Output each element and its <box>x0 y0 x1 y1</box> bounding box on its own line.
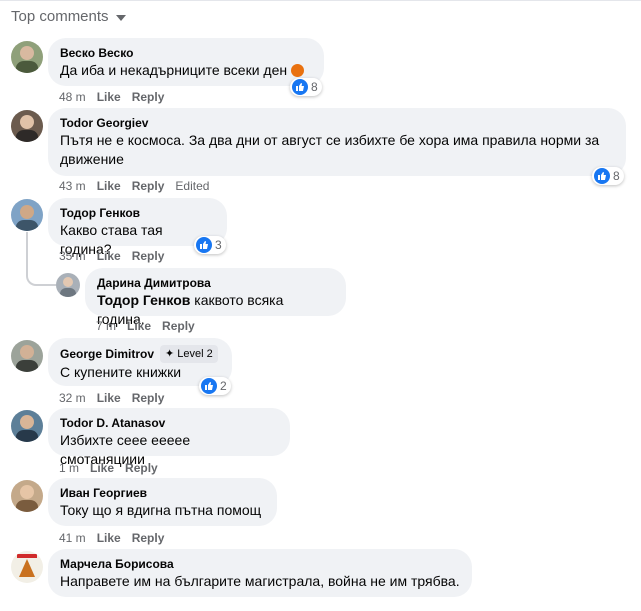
like-button[interactable]: Like <box>97 249 121 263</box>
comment-time[interactable]: 7 m <box>96 319 116 333</box>
comment-actions: 32 m Like Reply <box>59 391 164 405</box>
comment-author[interactable]: Todor Georgiev <box>60 115 614 131</box>
comment-text: Пътя не е космоса. За два дни от август … <box>60 132 600 167</box>
reaction-count[interactable]: 8 <box>290 78 322 96</box>
comment-actions: 1 m Like Reply <box>59 461 158 475</box>
thumbs-up-icon <box>292 79 308 95</box>
sort-label: Top comments <box>11 8 109 25</box>
comment-bubble: Марчела Борисова Направете им на българи… <box>48 549 472 597</box>
comment-actions: 48 m Like Reply <box>59 90 164 104</box>
edited-label[interactable]: Edited <box>175 179 209 193</box>
comment-time[interactable]: 41 m <box>59 531 86 545</box>
like-button[interactable]: Like <box>97 531 121 545</box>
reply-button[interactable]: Reply <box>132 531 165 545</box>
avatar[interactable] <box>11 110 43 142</box>
level-badge[interactable]: ✦ Level 2 <box>160 345 218 363</box>
angry-face-icon <box>291 64 305 77</box>
reply-thread-connector <box>26 232 56 286</box>
comment-text: С купените книжки <box>60 364 182 380</box>
reaction-count-value: 3 <box>215 238 222 252</box>
level-badge-label: Level 2 <box>177 348 213 360</box>
reply-button[interactable]: Reply <box>132 391 165 405</box>
thumbs-up-icon <box>594 168 610 184</box>
comment-actions: 43 m Like Reply Edited <box>59 179 209 193</box>
comment-author[interactable]: Todor D. Atanasov <box>60 415 278 431</box>
comment-author[interactable]: George Dimitrov <box>60 346 154 362</box>
like-button[interactable]: Like <box>127 319 151 333</box>
reply-button[interactable]: Reply <box>132 90 165 104</box>
reply-button[interactable]: Reply <box>125 461 158 475</box>
avatar[interactable] <box>11 41 43 73</box>
thumbs-up-icon <box>196 237 212 253</box>
reaction-count[interactable]: 8 <box>592 167 624 185</box>
comment-bubble: Веско Веско Да иба и некадърниците всеки… <box>48 38 324 86</box>
comment-bubble: Иван Георгиев Току що я вдигна пътна пом… <box>48 478 277 526</box>
like-button[interactable]: Like <box>97 391 121 405</box>
rocket-icon: ✦ <box>165 348 175 360</box>
avatar[interactable] <box>56 273 80 297</box>
comment-text: Да иба и некадърниците всеки ден <box>60 62 288 78</box>
comment-author[interactable]: Веско Веско <box>60 45 312 61</box>
reaction-count[interactable]: 2 <box>199 377 231 395</box>
comment-time[interactable]: 32 m <box>59 391 86 405</box>
comment-author[interactable]: Тодор Генков <box>60 205 215 221</box>
avatar[interactable] <box>11 480 43 512</box>
comment-author[interactable]: Иван Георгиев <box>60 485 265 501</box>
like-button[interactable]: Like <box>97 90 121 104</box>
sort-comments-dropdown[interactable]: Top comments <box>11 8 126 25</box>
comment-author[interactable]: Дарина Димитрова <box>97 275 334 291</box>
reaction-count-value: 2 <box>220 379 227 393</box>
comment-bubble: Дарина Димитрова Тодор Генков каквото вс… <box>85 268 346 327</box>
reaction-count[interactable]: 3 <box>194 236 226 254</box>
avatar[interactable] <box>11 410 43 442</box>
comment-actions: 7 m Like Reply <box>96 319 195 333</box>
comment-time[interactable]: 1 m <box>59 461 79 475</box>
reply-button[interactable]: Reply <box>132 249 165 263</box>
thumbs-up-icon <box>201 378 217 394</box>
reaction-count-value: 8 <box>311 80 318 94</box>
top-divider <box>0 0 641 1</box>
comment-actions: 35 m Like Reply <box>59 249 164 263</box>
comment-text: Току що я вдигна пътна помощ <box>60 502 262 518</box>
comment-time[interactable]: 48 m <box>59 90 86 104</box>
comment-time[interactable]: 35 m <box>59 249 86 263</box>
chevron-down-icon <box>115 14 126 21</box>
reply-button[interactable]: Reply <box>132 179 165 193</box>
avatar[interactable] <box>11 551 43 583</box>
comment-bubble: Todor D. Atanasov Избихте сеее ееееe смо… <box>48 408 290 467</box>
like-button[interactable]: Like <box>97 179 121 193</box>
like-button[interactable]: Like <box>90 461 114 475</box>
reaction-count-value: 8 <box>613 169 620 183</box>
comment-author[interactable]: Марчела Борисова <box>60 556 460 572</box>
comment-bubble: Todor Georgiev Пътя не е космоса. За два… <box>48 108 626 176</box>
mention-link[interactable]: Тодор Генков <box>97 292 190 308</box>
comment-time[interactable]: 43 m <box>59 179 86 193</box>
reply-button[interactable]: Reply <box>162 319 195 333</box>
comment-text: Направете им на българите магистрала, во… <box>60 573 460 589</box>
avatar[interactable] <box>11 199 43 231</box>
avatar[interactable] <box>11 340 43 372</box>
comment-actions: 41 m Like Reply <box>59 531 164 545</box>
